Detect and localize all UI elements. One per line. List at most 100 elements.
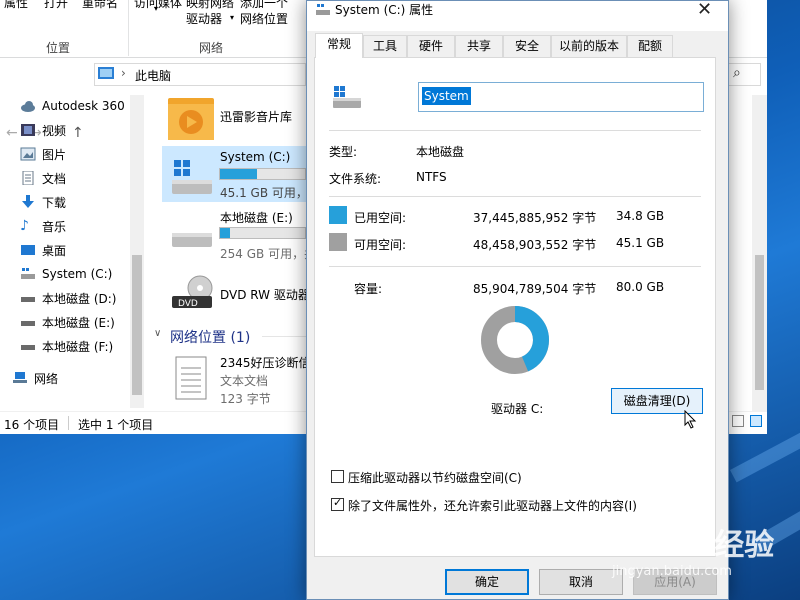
tab-previous-versions[interactable]: 以前的版本: [551, 35, 627, 57]
sidebar-item-label: 本地磁盘 (D:): [42, 291, 117, 306]
drive-icon: [172, 233, 212, 247]
computer-icon: [98, 67, 114, 79]
tab-hardware[interactable]: 硬件: [407, 35, 455, 57]
item-title: 2345好压诊断信: [220, 356, 311, 370]
item-subtitle: 254 GB 可用，共: [220, 247, 317, 261]
capacity-bytes: 85,904,789,504 字节: [473, 282, 597, 296]
divider: [329, 130, 701, 131]
sidebar-item-videos[interactable]: 视频: [0, 119, 130, 141]
divider: [329, 266, 701, 267]
drive-icon: [333, 86, 361, 108]
drive-name-field[interactable]: System: [418, 82, 704, 112]
drive-usage-fill: [220, 228, 231, 238]
breadcrumb-separator-icon: ›: [121, 66, 126, 80]
ribbon-rename[interactable]: 重命名: [82, 0, 118, 11]
tab-general[interactable]: 常规: [315, 33, 363, 58]
used-space-label: 已用空间:: [354, 211, 407, 225]
tiles-view-icon[interactable]: [750, 415, 762, 427]
sidebar-item-drive-f[interactable]: 本地磁盘 (F:): [0, 335, 130, 357]
ok-button[interactable]: 确定: [445, 569, 529, 595]
list-item-dvd-drive[interactable]: DVD DVD RW 驱动器: [162, 270, 310, 318]
sidebar-item-drive-c[interactable]: System (C:): [0, 263, 130, 285]
free-space-size: 45.1 GB: [616, 236, 665, 250]
network-icon: [12, 371, 28, 385]
scrollbar-thumb[interactable]: [755, 255, 764, 390]
index-label: 除了文件属性外，还允许索引此驱动器上文件的内容(I): [348, 499, 637, 513]
sidebar-item-downloads[interactable]: 下载: [0, 191, 130, 213]
section-network-locations[interactable]: 网络位置 (1): [170, 327, 250, 347]
breadcrumb: 此电脑: [135, 69, 172, 83]
ribbon-dropdown-icon: ▾: [154, 4, 159, 13]
ribbon-group-network: 网络: [199, 41, 224, 55]
document-icon: [20, 170, 36, 186]
ribbon-dropdown-icon: ▾: [230, 13, 235, 22]
sidebar-item-documents[interactable]: 文档: [0, 167, 130, 189]
ribbon-map-drive-2[interactable]: 驱动器: [186, 10, 222, 27]
sidebar-item-autodesk[interactable]: Autodesk 360: [0, 95, 130, 117]
mouse-cursor-icon: [684, 410, 697, 429]
general-panel: System 类型: 本地磁盘 文件系统: NTFS 已用空间: 37,445,…: [314, 57, 716, 557]
drive-usage-bar: [219, 168, 306, 180]
tab-tools[interactable]: 工具: [363, 35, 407, 57]
drive-usage-fill: [220, 169, 258, 179]
divider: [329, 196, 701, 197]
document-icon: [175, 356, 207, 400]
sidebar-item-desktop[interactable]: 桌面: [0, 239, 130, 261]
index-checkbox[interactable]: ✓: [331, 496, 344, 511]
item-title: DVD RW 驱动器: [220, 288, 310, 302]
free-space-swatch: [329, 233, 347, 251]
details-view-icon[interactable]: [732, 415, 744, 427]
list-item-drive-c[interactable]: System (C:) 45.1 GB 可用，: [162, 146, 308, 202]
download-icon: [20, 195, 36, 209]
content-scrollbar[interactable]: [752, 95, 767, 412]
sidebar-item-drive-d[interactable]: 本地磁盘 (D:): [0, 287, 130, 309]
close-icon[interactable]: ✕: [697, 0, 712, 20]
drive-icon: [20, 315, 36, 329]
video-icon: [20, 123, 36, 137]
dialog-titlebar[interactable]: System (C:) 属性 ✕: [307, 0, 728, 31]
compress-label: 压缩此驱动器以节约磁盘空间(C): [348, 471, 522, 485]
drive-label: 驱动器 C:: [491, 402, 544, 416]
disk-usage-donut: [481, 306, 549, 374]
list-item-text-file[interactable]: 2345好压诊断信 文本文档 123 字节: [162, 350, 311, 408]
drive-icon: [20, 267, 36, 281]
dialog-title: System (C:) 属性: [335, 3, 434, 17]
drive-icon: [20, 339, 36, 353]
sidebar-item-label: 本地磁盘 (F:): [42, 339, 114, 354]
scrollbar-thumb[interactable]: [132, 255, 142, 395]
list-item-drive-e[interactable]: 本地磁盘 (E:) 254 GB 可用，共: [162, 205, 316, 261]
type-value: 本地磁盘: [416, 145, 465, 159]
status-selected: 选中 1 个项目: [78, 418, 154, 432]
sidebar-item-drive-e[interactable]: 本地磁盘 (E:): [0, 311, 130, 333]
ribbon-add-network-2[interactable]: 网络位置: [240, 10, 288, 27]
tab-security[interactable]: 安全: [503, 35, 551, 57]
drive-icon: [172, 160, 212, 194]
drive-icon: [20, 291, 36, 305]
drive-usage-bar: [219, 227, 306, 239]
address-bar[interactable]: › 此电脑: [94, 63, 306, 86]
section-divider: [262, 336, 306, 337]
watermark: Baidu经验 jingyan.baidu.com: [600, 520, 800, 590]
tab-quota[interactable]: 配额: [627, 35, 673, 57]
sidebar-item-label: 音乐: [42, 219, 67, 234]
svg-text:DVD: DVD: [178, 299, 198, 309]
ribbon-open[interactable]: 打开: [44, 0, 68, 11]
search-box[interactable]: ⌕: [727, 63, 761, 86]
sidebar-item-network[interactable]: 网络: [0, 367, 130, 389]
chevron-down-icon[interactable]: ∨: [154, 328, 161, 339]
tab-sharing[interactable]: 共享: [455, 35, 503, 57]
ribbon-properties[interactable]: 属性: [4, 0, 28, 11]
drive-name-value: System: [422, 87, 471, 105]
free-space-bytes: 48,458,903,552 字节: [473, 238, 597, 252]
sidebar-item-pictures[interactable]: 图片: [0, 143, 130, 165]
folder-icon: [168, 98, 214, 140]
sidebar-item-music[interactable]: ♪ 音乐: [0, 215, 130, 237]
list-item-thunder-folder[interactable]: 迅雷影音片库: [160, 92, 306, 144]
sidebar-item-label: 网络: [34, 371, 59, 386]
dvd-icon: DVD: [172, 275, 213, 309]
navigation-scrollbar[interactable]: [130, 95, 144, 408]
compress-checkbox[interactable]: [331, 470, 344, 483]
watermark-url: jingyan.baidu.com: [612, 564, 732, 579]
ribbon-group-location: 位置: [46, 41, 71, 55]
status-item-count: 16 个项目: [4, 418, 60, 432]
